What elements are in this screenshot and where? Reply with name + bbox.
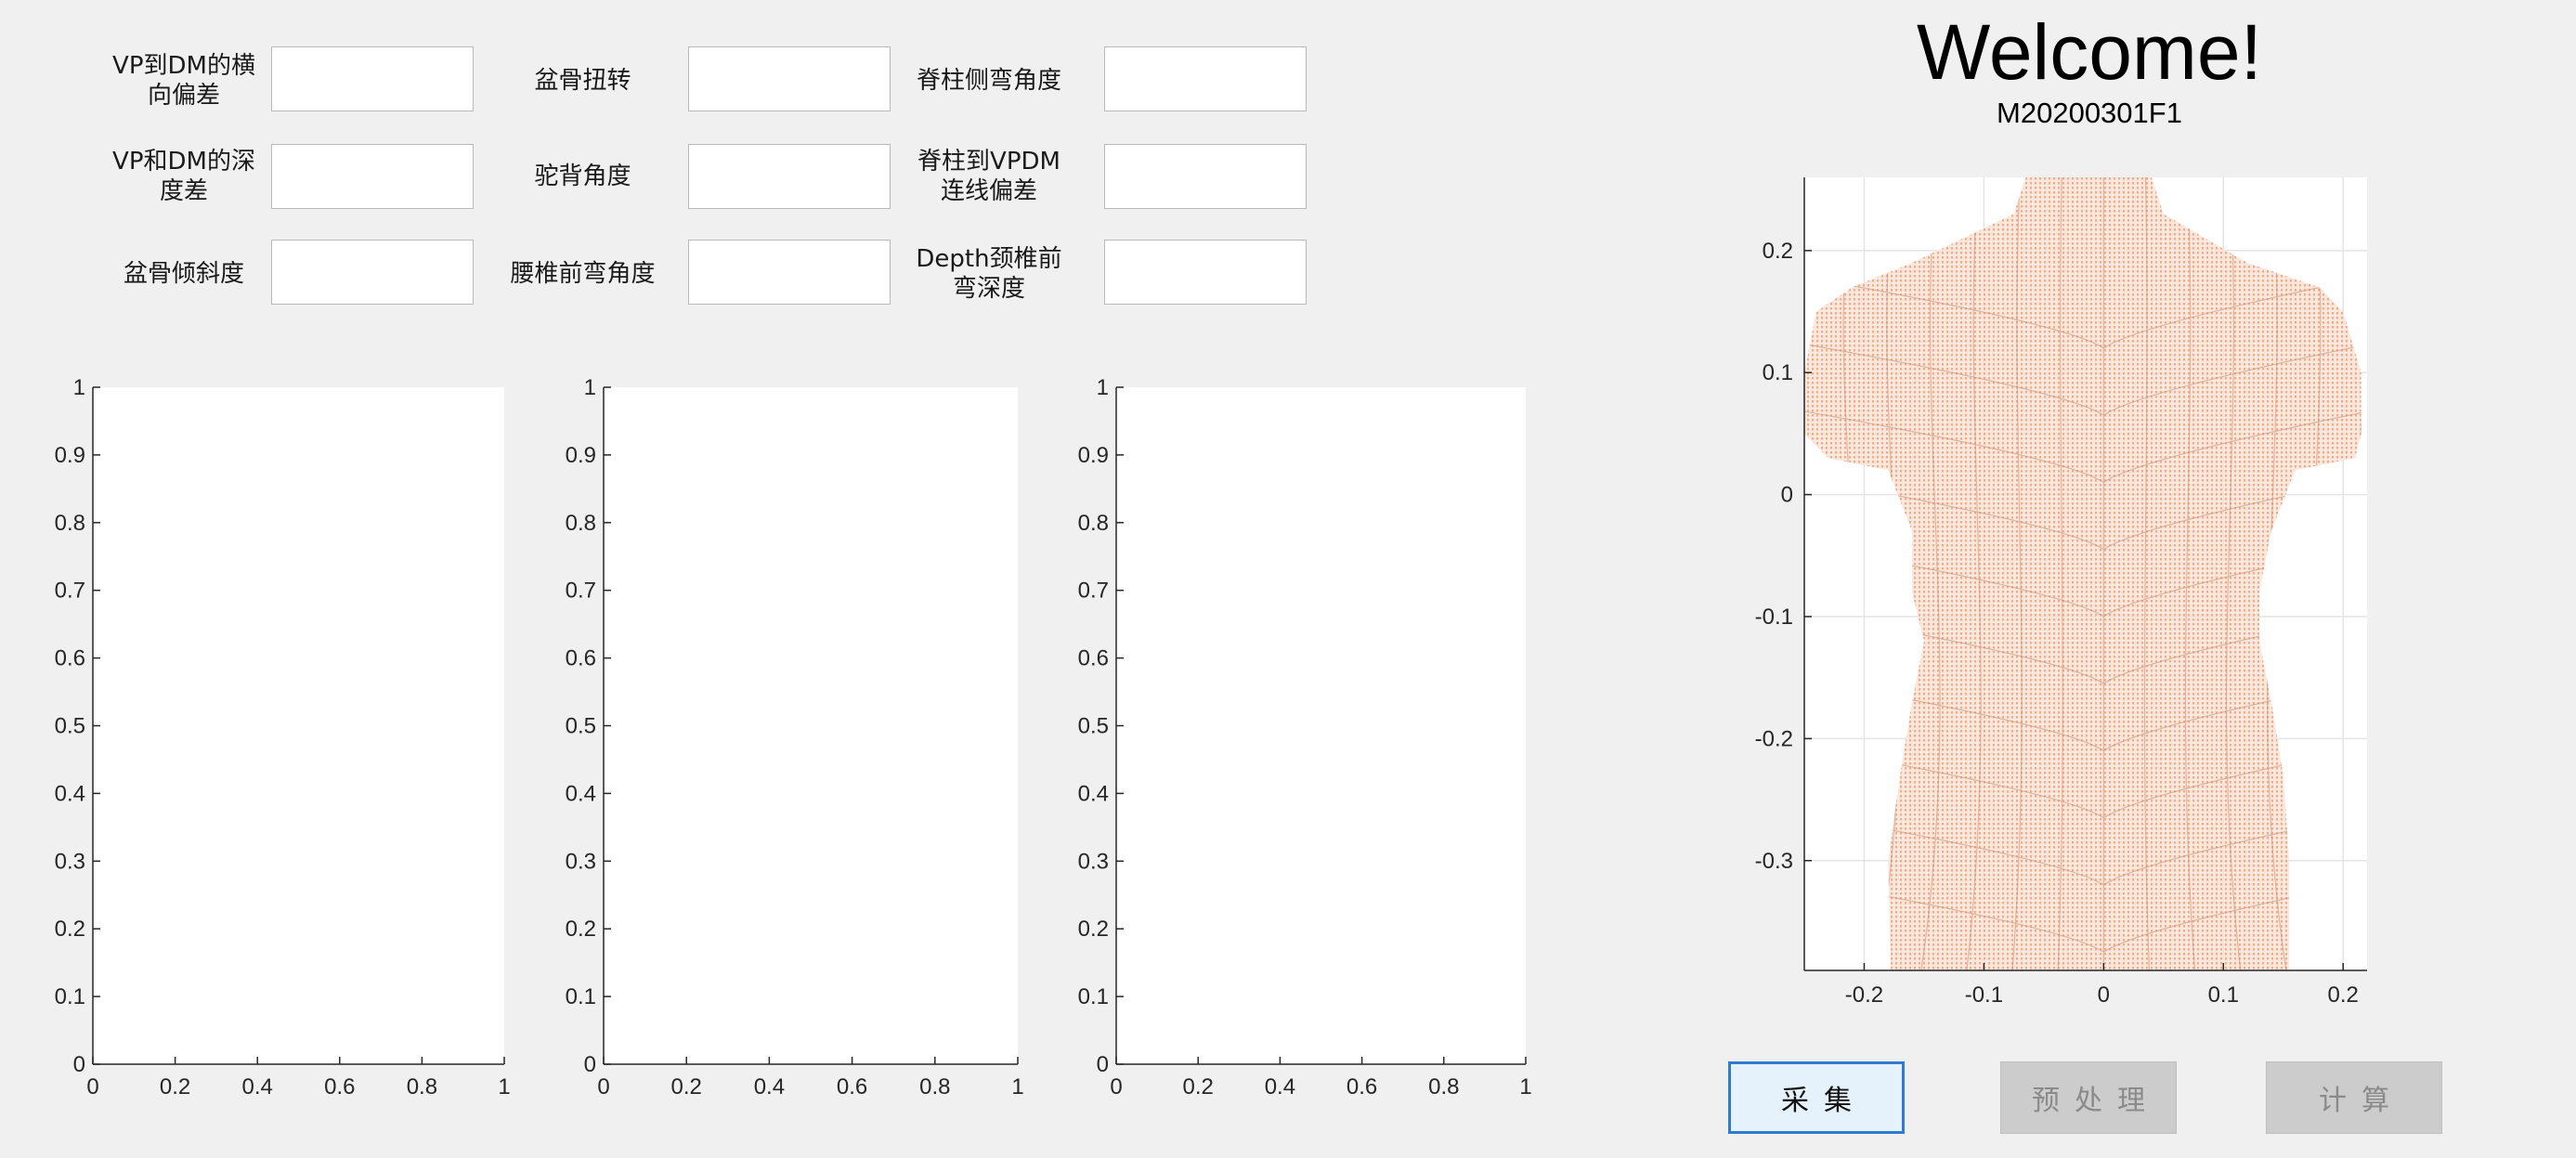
empty-axes-1-plot-area [93,387,504,1064]
empty-axes-2-ytick-label: 0.8 [566,511,596,536]
empty-axes-3-xtick-label: 0.4 [1265,1074,1295,1099]
empty-axes-3-xtick-label: 0.6 [1347,1074,1377,1099]
plots-layer: 0 0.2 0.4 0.6 0.8 1 0 0.1 0.2 0.3 0.4 0.5 0.6 0.7 0.8 0… [55,177,2367,1099]
empty-axes-1-ytick-label: 0 [73,1052,85,1077]
cloud-xtick-label: 0 [2098,982,2110,1008]
empty-axes-2-ytick-label: 0.4 [566,781,596,806]
empty-axes-2-ytick-label: 0.2 [566,917,596,942]
empty-axes-1-ytick-label: 0.1 [55,984,85,1009]
empty-axes-1-ytick-label: 1 [73,375,85,400]
empty-axes-2-xtick-label: 0.6 [837,1074,867,1099]
empty-axes-3-ytick-label: 0.4 [1078,781,1109,806]
empty-axes-3-ytick-label: 0.2 [1078,917,1109,942]
empty-axes-2-plot-area [604,387,1018,1064]
cloud-xtick-label: -0.2 [1845,982,1883,1008]
empty-axes-2-xtick-label: 0.8 [919,1074,950,1099]
empty-axes-3-ytick-label: 0.5 [1078,714,1109,739]
empty-axes-1-ytick-label: 0.4 [55,781,85,806]
empty-axes-3-ytick-label: 1 [1097,375,1109,400]
empty-axes-3-ytick-label: 0.1 [1078,984,1109,1009]
empty-axes-3-ytick-label: 0.8 [1078,511,1109,536]
empty-axes-3-ytick-label: 0.6 [1078,646,1109,671]
preprocess-button[interactable]: 预处理 [2000,1061,2177,1134]
empty-axes-3-xtick-label: 0.8 [1428,1074,1459,1099]
empty-axes-2-ytick-label: 0.5 [566,714,596,739]
empty-axes-1-xtick-label: 0.2 [160,1074,190,1099]
empty-axes-3-xtick-label: 0.2 [1183,1074,1214,1099]
cloud-ytick-label: -0.2 [1755,726,1793,751]
empty-axes-1-xtick-label: 0 [86,1074,98,1099]
empty-axes-2-ytick-label: 0.1 [566,984,596,1009]
empty-axes-1-ytick-label: 0.7 [55,579,85,604]
cloud-ytick-label: 0.1 [1763,360,1793,385]
empty-axes-1-xtick-label: 1 [498,1074,510,1099]
cloud-xtick-label: 0.1 [2208,982,2239,1008]
empty-axes-3-plot-area [1116,387,1526,1064]
empty-axes-1-xtick-label: 0.8 [407,1074,437,1099]
empty-axes-3-ytick-label: 0.9 [1078,443,1109,468]
collect-button[interactable]: 采集 [1728,1061,1905,1134]
empty-axes-2-xtick-label: 0 [597,1074,609,1099]
empty-axes-1-ytick-label: 0.2 [55,917,85,942]
empty-axes-3-xtick-label: 0 [1110,1074,1122,1099]
empty-axes-2-ytick-label: 0.9 [566,443,596,468]
cloud-ytick-label: 0 [1781,483,1793,508]
empty-axes-2-ytick-label: 0.7 [566,579,596,604]
cloud-ytick-label: 0.2 [1763,239,1793,264]
cloud-xtick-label: -0.1 [1965,982,2003,1008]
empty-axes-1-xtick-label: 0.4 [242,1074,273,1099]
cloud-xtick-label: 0.2 [2328,982,2359,1008]
empty-axes-1-ytick-label: 0.5 [55,714,85,739]
empty-axes-3-ytick-label: 0 [1097,1052,1109,1077]
empty-axes-2-ytick-label: 0.6 [566,646,596,671]
empty-axes-2-xtick-label: 0.4 [754,1074,785,1099]
empty-axes-3-ytick-label: 0.3 [1078,849,1109,874]
empty-axes-1-ytick-label: 0.9 [55,443,85,468]
compute-button[interactable]: 计算 [2266,1061,2442,1134]
cloud-ytick-label: -0.3 [1755,849,1793,874]
empty-axes-3-ytick-label: 0.7 [1078,579,1109,604]
empty-axes-2-xtick-label: 1 [1011,1074,1023,1099]
empty-axes-1-ytick-label: 0.8 [55,511,85,536]
empty-axes-1-xtick-label: 0.6 [324,1074,355,1099]
empty-axes-1-ytick-label: 0.6 [55,646,85,671]
cloud-ytick-label: -0.1 [1755,605,1793,630]
empty-axes-3-xtick-label: 1 [1519,1074,1531,1099]
empty-axes-2-ytick-label: 0 [584,1052,596,1077]
empty-axes-2-xtick-label: 0.2 [671,1074,702,1099]
empty-axes-1-ytick-label: 0.3 [55,849,85,874]
empty-axes-2-ytick-label: 1 [584,375,596,400]
empty-axes-2-ytick-label: 0.3 [566,849,596,874]
